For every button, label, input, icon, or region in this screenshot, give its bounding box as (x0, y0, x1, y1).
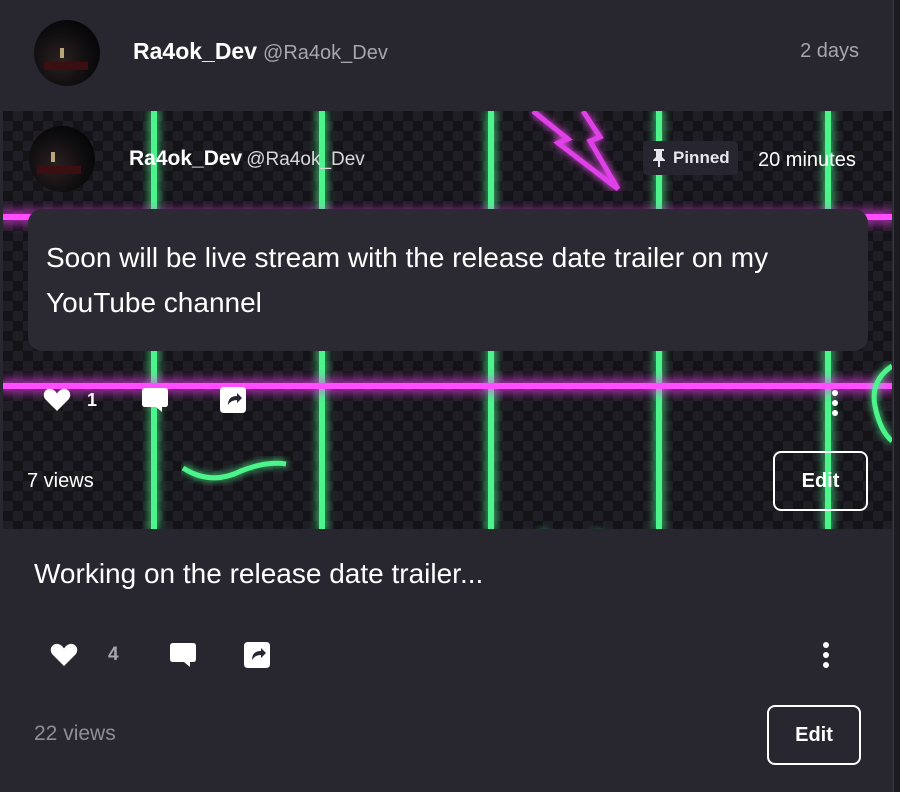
embedded-action-bar: 1 (43, 386, 247, 414)
crossed-bones-icon (515, 521, 625, 529)
embedded-edit-button: Edit (773, 451, 868, 511)
neon-shape-icon (871, 363, 892, 443)
view-count: 22 views (34, 722, 116, 745)
like-count: 1 (87, 389, 98, 410)
comment-icon[interactable] (169, 642, 197, 668)
share-icon (219, 386, 247, 414)
post-author[interactable]: Ra4ok_Dev @Ra4ok_Dev (133, 38, 388, 65)
author-name: Ra4ok_Dev (129, 147, 243, 170)
action-bar: 4 (50, 641, 271, 669)
embedded-post-text: Soon will be live stream with the releas… (28, 209, 868, 351)
comment-icon (141, 387, 169, 413)
post-time: 2 days (800, 40, 859, 62)
pin-icon (653, 149, 665, 167)
avatar (29, 126, 95, 192)
heart-icon[interactable] (50, 643, 78, 667)
embedded-view-count: 7 views (27, 470, 94, 492)
more-vertical-icon[interactable] (822, 642, 830, 668)
like-count: 4 (108, 644, 119, 665)
author-name[interactable]: Ra4ok_Dev (133, 38, 257, 64)
author-handle[interactable]: @Ra4ok_Dev (263, 42, 388, 64)
post-caption: Working on the release date trailer... (34, 558, 484, 589)
lightning-bolt-icon (531, 111, 621, 191)
pinned-label: Pinned (673, 148, 730, 167)
avatar[interactable] (34, 20, 100, 86)
edit-button[interactable]: Edit (767, 705, 861, 765)
embedded-author: Ra4ok_Dev @Ra4ok_Dev (129, 147, 365, 171)
pinned-badge: Pinned (643, 141, 738, 175)
neon-shape-icon (181, 460, 287, 481)
share-icon[interactable] (243, 641, 271, 669)
more-vertical-icon (831, 390, 839, 416)
post-media-image[interactable]: Ra4ok_Dev @Ra4ok_Dev Pinned 20 minutes So… (3, 111, 892, 529)
embedded-time: 20 minutes (758, 149, 856, 171)
post-card: Ra4ok_Dev @Ra4ok_Dev 2 days Ra4ok_Dev @R… (0, 0, 894, 792)
author-handle: @Ra4ok_Dev (246, 149, 365, 170)
heart-icon (43, 388, 71, 412)
